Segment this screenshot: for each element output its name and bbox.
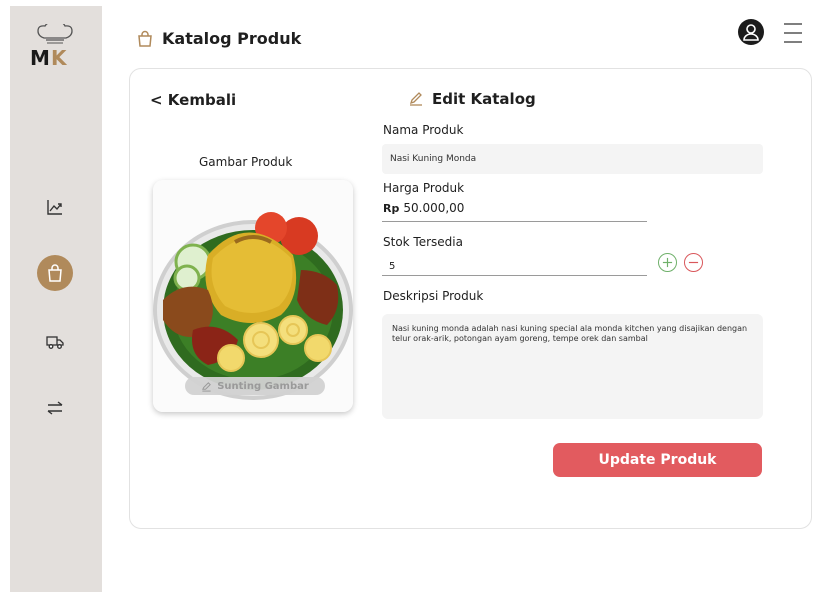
back-link[interactable]: < Kembali [150, 91, 236, 109]
price-value: 50.000,00 [403, 201, 465, 215]
hamburger-menu-button[interactable] [784, 22, 802, 44]
menu-icon [784, 23, 802, 43]
sidebar-item-delivery[interactable] [37, 324, 73, 360]
sidebar-item-analytics[interactable] [37, 189, 73, 225]
stock-increment-button[interactable] [658, 253, 677, 272]
truck-icon [46, 336, 64, 349]
minus-icon [688, 261, 699, 264]
description-textarea[interactable]: Nasi kuning monda adalah nasi kuning spe… [382, 314, 763, 419]
svg-text:M: M [30, 46, 49, 70]
brand-logo: M K [27, 21, 83, 84]
update-product-button[interactable]: Update Produk [553, 443, 762, 477]
plus-icon [662, 257, 673, 268]
transfer-arrows-icon [47, 401, 63, 415]
user-avatar[interactable] [738, 19, 764, 45]
price-currency: Rp [383, 202, 400, 215]
chart-line-icon [47, 200, 62, 215]
product-image-card: Sunting Gambar [153, 180, 353, 412]
shopping-bag-icon [48, 264, 62, 282]
sidebar: M K [10, 6, 102, 592]
page-title: Katalog Produk [136, 29, 301, 48]
edit-catalog-heading: Edit Katalog [408, 90, 536, 108]
edit-catalog-title: Edit Katalog [432, 90, 536, 108]
pencil-icon [409, 92, 422, 106]
user-icon [743, 24, 759, 41]
app-frame: M K Katalog Produk < Kembali Edit Katalo… [10, 6, 825, 592]
product-name-input[interactable]: Nasi Kuning Monda [382, 144, 763, 174]
page-title-text: Katalog Produk [162, 29, 302, 48]
stock-label: Stok Tersedia [383, 235, 463, 249]
sidebar-item-catalog[interactable] [37, 255, 73, 291]
chef-hat-icon: M K [30, 21, 73, 70]
product-image-label: Gambar Produk [199, 155, 293, 169]
stock-input[interactable]: 5 [389, 261, 395, 272]
price-underline [382, 221, 647, 222]
product-price-label: Harga Produk [383, 181, 465, 195]
pencil-icon [202, 381, 212, 392]
shopping-bag-icon [138, 30, 152, 47]
stock-decrement-button[interactable] [684, 253, 703, 272]
edit-image-label: Sunting Gambar [217, 380, 309, 392]
product-name-label: Nama Produk [383, 123, 464, 137]
stock-underline [382, 275, 647, 276]
product-price-input[interactable]: Rp 50.000,00 [383, 201, 464, 215]
edit-image-button[interactable]: Sunting Gambar [185, 377, 325, 395]
description-label: Deskripsi Produk [383, 289, 484, 303]
sidebar-item-transactions[interactable] [37, 390, 73, 426]
svg-text:K: K [51, 46, 68, 70]
